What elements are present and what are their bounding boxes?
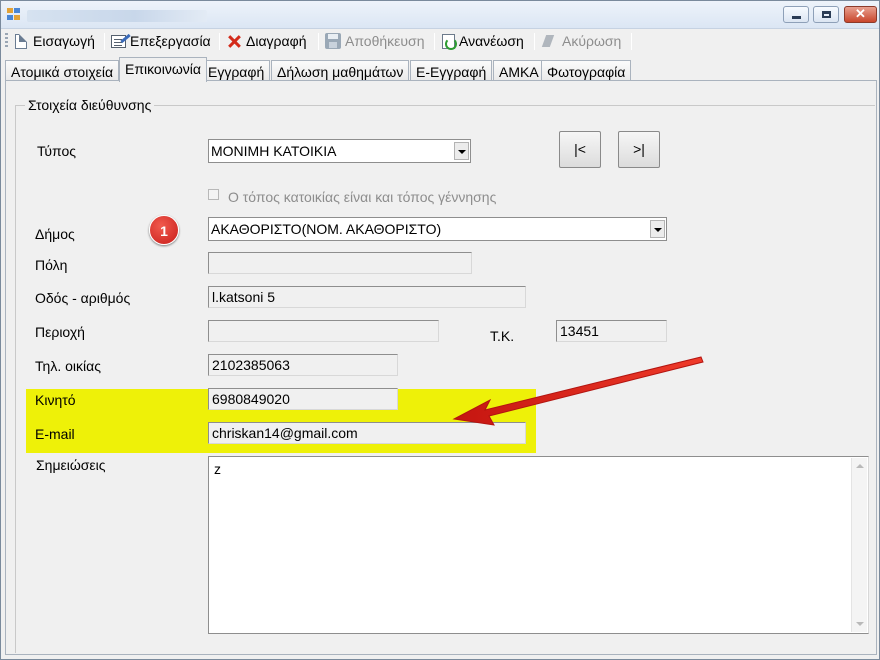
- undo-icon: [542, 33, 558, 49]
- maximize-icon: [822, 11, 831, 18]
- tab-photo[interactable]: Φωτογραφία: [541, 60, 632, 81]
- insert-button[interactable]: Εισαγωγή: [13, 31, 95, 51]
- close-icon: ✕: [855, 6, 866, 21]
- minimize-icon: [792, 16, 801, 19]
- chevron-down-icon[interactable]: [650, 220, 665, 238]
- home-phone-field[interactable]: 2102385063: [208, 354, 398, 376]
- edit-icon: [111, 34, 126, 48]
- birthplace-checkbox[interactable]: [208, 189, 219, 200]
- area-label: Περιοχή: [35, 324, 85, 340]
- postcode-label: Τ.Κ.: [490, 328, 515, 344]
- edit-button[interactable]: Επεξεργασία: [111, 31, 211, 51]
- toolbar-separator: [534, 33, 535, 50]
- email-field[interactable]: chriskan14@gmail.com: [208, 422, 526, 444]
- notes-text: z: [214, 461, 221, 477]
- city-label: Πόλη: [35, 257, 68, 273]
- area-field[interactable]: [208, 320, 439, 342]
- maximize-button[interactable]: [813, 6, 839, 23]
- last-record-button[interactable]: >|: [618, 131, 660, 168]
- tab-label: Εγγραφή: [208, 64, 265, 80]
- delete-button[interactable]: Διαγραφή: [226, 31, 306, 51]
- edit-label: Επεξεργασία: [130, 33, 211, 49]
- close-button[interactable]: ✕: [844, 6, 877, 23]
- email-label: E-mail: [35, 426, 75, 442]
- birthplace-checkbox-label: Ο τόπος κατοικίας είναι και τόπος γέννησ…: [228, 189, 497, 205]
- notes-textarea[interactable]: z: [208, 456, 869, 634]
- tab-label: ΑΜΚΑ: [499, 64, 539, 80]
- cancel-button[interactable]: Ακύρωση: [542, 31, 621, 51]
- cancel-label: Ακύρωση: [562, 33, 622, 49]
- toolbar-separator: [434, 33, 435, 50]
- tab-course-declaration[interactable]: Δήλωση μαθημάτων: [271, 60, 410, 81]
- save-icon: [325, 33, 341, 49]
- home-phone-label: Τηλ. οικίας: [35, 358, 101, 374]
- minimize-button[interactable]: [783, 6, 809, 23]
- delete-label: Διαγραφή: [246, 33, 307, 49]
- type-select[interactable]: ΜΟΝΙΜΗ ΚΑΤΟΙΚΙΑ: [208, 139, 471, 163]
- tab-amka[interactable]: ΑΜΚΑ: [493, 60, 545, 81]
- street-label: Οδός - αριθμός: [35, 290, 131, 306]
- address-group-title: Στοιχεία διεύθυνσης: [25, 97, 155, 113]
- notes-label: Σημειώσεις: [36, 457, 106, 473]
- tab-label: Φωτογραφία: [547, 64, 626, 80]
- delete-icon: [226, 33, 242, 49]
- tab-e-registration[interactable]: Ε-Εγγραφή: [410, 60, 493, 81]
- tab-personal-info[interactable]: Ατομικά στοιχεία: [5, 60, 120, 81]
- title-bar: ✕: [1, 1, 879, 29]
- scroll-down-icon[interactable]: [856, 622, 864, 626]
- tab-label: Δήλωση μαθημάτων: [277, 64, 404, 80]
- toolbar-separator: [318, 33, 319, 50]
- insert-label: Εισαγωγή: [33, 33, 95, 49]
- tab-strip: Ατομικά στοιχεία Επικοινωνία Εγγραφή Δήλ…: [5, 57, 877, 82]
- app-icon: [7, 8, 21, 21]
- mobile-field[interactable]: 6980849020: [208, 388, 398, 410]
- city-field[interactable]: [208, 252, 472, 274]
- step-number-badge: 1: [149, 215, 179, 245]
- refresh-button[interactable]: Ανανέωση: [442, 31, 524, 51]
- window-title-redacted: [27, 10, 207, 22]
- first-record-button[interactable]: |<: [559, 131, 601, 168]
- app-window: ✕ Εισαγωγή Επεξεργασία Διαγραφή Αποθήκευ…: [0, 0, 880, 660]
- notes-scrollbar[interactable]: [851, 458, 867, 632]
- toolbar: Εισαγωγή Επεξεργασία Διαγραφή Αποθήκευση…: [1, 29, 879, 53]
- tab-registration[interactable]: Εγγραφή: [202, 60, 271, 81]
- municipality-label: Δήμος: [35, 226, 75, 242]
- refresh-label: Ανανέωση: [459, 33, 524, 49]
- save-label: Αποθήκευση: [345, 33, 425, 49]
- postcode-field[interactable]: 13451: [556, 320, 667, 342]
- refresh-icon: [442, 33, 457, 50]
- street-field[interactable]: l.katsoni 5: [208, 286, 526, 308]
- type-select-value: ΜΟΝΙΜΗ ΚΑΤΟΙΚΙΑ: [211, 143, 337, 159]
- save-button[interactable]: Αποθήκευση: [325, 31, 424, 51]
- toolbar-separator: [104, 33, 105, 50]
- mobile-label: Κινητό: [35, 392, 76, 408]
- tab-label: Ατομικά στοιχεία: [11, 64, 114, 80]
- new-document-icon: [15, 33, 27, 49]
- toolbar-separator: [219, 33, 220, 50]
- tab-contact[interactable]: Επικοινωνία: [119, 57, 207, 82]
- toolbar-separator: [631, 33, 632, 50]
- toolbar-grip[interactable]: [5, 33, 8, 49]
- municipality-select[interactable]: ΑΚΑΘΟΡΙΣΤΟ(ΝΟΜ. ΑΚΑΘΟΡΙΣΤΟ): [208, 217, 667, 241]
- municipality-select-value: ΑΚΑΘΟΡΙΣΤΟ(ΝΟΜ. ΑΚΑΘΟΡΙΣΤΟ): [211, 221, 442, 237]
- tab-label: Επικοινωνία: [125, 61, 201, 77]
- chevron-down-icon[interactable]: [454, 142, 469, 160]
- type-label: Τύπος: [37, 143, 76, 159]
- scroll-up-icon[interactable]: [856, 464, 864, 468]
- tab-label: Ε-Εγγραφή: [416, 64, 487, 80]
